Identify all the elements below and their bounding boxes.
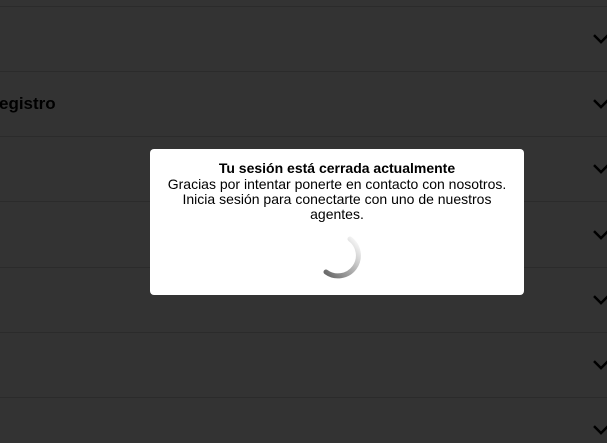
dialog-message-line: Gracias por intentar ponerte en contacto… bbox=[167, 176, 507, 192]
dialog-title: Tu sesión está cerrada actualmente bbox=[218, 160, 456, 176]
session-closed-dialog: Tu sesión está cerrada actualmente Graci… bbox=[150, 149, 524, 295]
dialog-message: Gracias por intentar ponerte en contacto… bbox=[150, 177, 524, 222]
dialog-message-line: agentes. bbox=[310, 206, 364, 222]
dialog-message-line: Inicia sesión para conectarte con uno de… bbox=[182, 191, 492, 207]
page: egistro Tu sesión está cerrada actualmen… bbox=[0, 0, 607, 443]
loading-spinner-icon bbox=[323, 236, 361, 279]
